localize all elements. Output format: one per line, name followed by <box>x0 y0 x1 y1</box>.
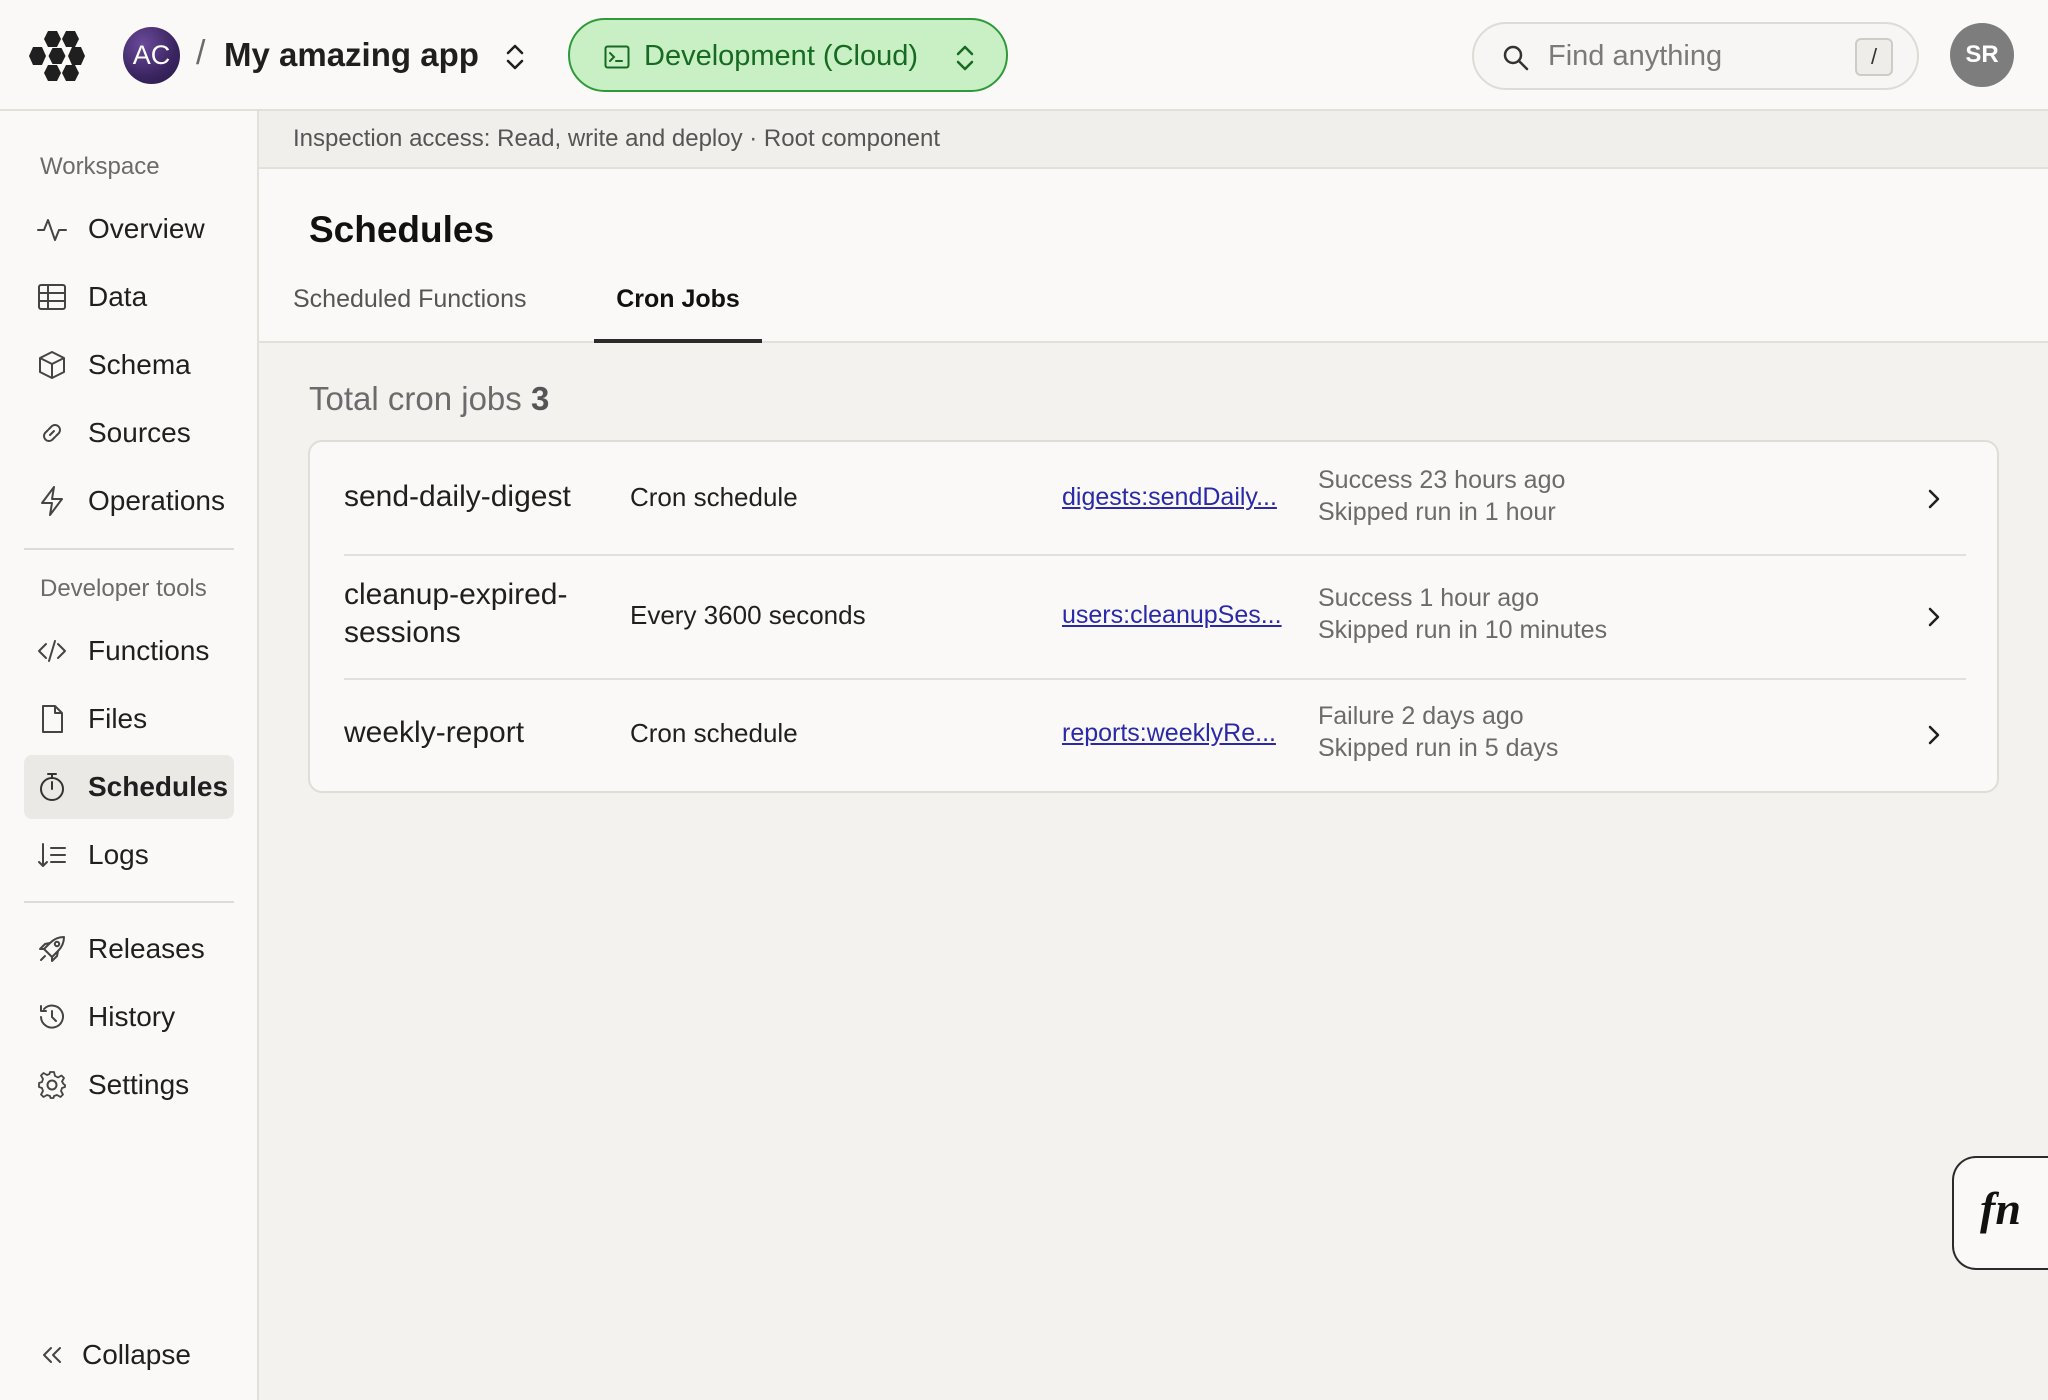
search-input[interactable]: Find anything / <box>1472 22 1919 90</box>
deployment-selector-button[interactable]: Development (Cloud) <box>568 18 1008 92</box>
sidebar-item-logs[interactable]: Logs <box>24 823 234 887</box>
total-cron-jobs: Total cron jobs 3 <box>309 380 549 418</box>
sidebar-item-label: Operations <box>88 485 225 516</box>
access-info-text: Inspection access: Read, write and deplo… <box>293 125 941 152</box>
cron-jobs-table: send-daily-digest Cron schedule digests:… <box>308 440 1999 793</box>
lightning-icon <box>41 486 63 516</box>
history-icon <box>40 1004 64 1029</box>
total-label: Total cron jobs <box>309 380 522 417</box>
double-chevron-left-icon <box>43 1347 61 1363</box>
breadcrumb-separator: / <box>196 34 206 72</box>
cron-job-function-link[interactable]: digests:sendDaily... <box>1062 483 1277 512</box>
sidebar-item-operations[interactable]: Operations <box>24 469 234 533</box>
code-icon <box>38 640 66 662</box>
sidebar-item-label: Files <box>88 703 148 734</box>
sidebar-item-label: Settings <box>88 1069 190 1100</box>
sidebar-item-label: Overview <box>88 213 205 244</box>
page-header: Schedules Scheduled Functions Cron Jobs <box>259 169 2048 343</box>
sidebar-section-workspace: Workspace <box>40 153 160 180</box>
cron-job-status: Success 1 hour ago Skipped run in 10 min… <box>1318 582 1607 646</box>
sidebar: Workspace Overview Data Schema Sources O… <box>0 111 259 1400</box>
sidebar-item-label: Releases <box>88 933 205 964</box>
cron-job-status: Success 23 hours ago Skipped run in 1 ho… <box>1318 464 1565 528</box>
sidebar-item-label: History <box>88 1001 176 1032</box>
project-name[interactable]: My amazing app <box>224 36 479 74</box>
chevron-updown-icon[interactable] <box>500 40 530 74</box>
last-run-status: Failure 2 days ago <box>1318 702 1524 730</box>
fn-label: fn <box>1980 1183 2021 1234</box>
sidebar-divider <box>24 901 234 903</box>
app-logo-icon[interactable] <box>28 27 86 85</box>
cron-job-function-link[interactable]: users:cleanupSes... <box>1062 601 1282 630</box>
list-sort-icon <box>38 843 66 867</box>
sidebar-item-data[interactable]: Data <box>24 265 234 329</box>
cron-job-schedule: Every 3600 seconds <box>630 600 866 630</box>
deployment-label: Development (Cloud) <box>644 40 919 72</box>
search-shortcut-key: / <box>1855 38 1893 76</box>
next-run-status: Skipped run in 10 minutes <box>1318 616 1608 644</box>
cron-job-function-link[interactable]: reports:weeklyRe... <box>1062 719 1276 748</box>
tab-cron-jobs[interactable]: Cron Jobs <box>594 273 762 343</box>
sidebar-item-history[interactable]: History <box>24 985 234 1049</box>
org-avatar[interactable]: AC <box>123 27 180 84</box>
sidebar-item-releases[interactable]: Releases <box>24 917 234 981</box>
rocket-icon <box>39 936 65 962</box>
table-row[interactable]: weekly-report Cron schedule reports:week… <box>344 680 1966 792</box>
table-row[interactable]: send-daily-digest Cron schedule digests:… <box>344 442 1966 554</box>
table-icon <box>38 284 66 310</box>
access-info-bar: Inspection access: Read, write and deplo… <box>259 111 2048 169</box>
top-header: AC / My amazing app Development (Cloud) … <box>0 0 2048 111</box>
sidebar-divider <box>24 548 234 550</box>
cron-job-status: Failure 2 days ago Skipped run in 5 days <box>1318 700 1558 764</box>
chevron-right-icon[interactable] <box>1924 605 1944 629</box>
next-run-status: Skipped run in 1 hour <box>1318 498 1556 526</box>
sidebar-item-label: Data <box>88 281 148 312</box>
sidebar-item-label: Schedules <box>88 771 229 802</box>
gear-icon <box>38 1071 66 1099</box>
collapse-label: Collapse <box>82 1339 191 1370</box>
chevron-right-icon[interactable] <box>1924 487 1944 511</box>
page-title: Schedules <box>309 209 495 250</box>
last-run-status: Success 1 hour ago <box>1318 584 1539 612</box>
sidebar-item-label: Functions <box>88 635 210 666</box>
sidebar-item-schema[interactable]: Schema <box>24 333 234 397</box>
collapse-sidebar-button[interactable]: Collapse <box>30 1329 230 1381</box>
cube-icon <box>39 351 65 379</box>
search-icon <box>1503 45 1529 71</box>
sidebar-item-functions[interactable]: Functions <box>24 619 234 683</box>
cron-job-name: weekly-report <box>344 716 525 749</box>
cron-job-name: send-daily-digest <box>344 480 571 513</box>
total-count: 3 <box>530 380 550 417</box>
user-avatar[interactable]: SR <box>1950 23 2014 87</box>
sidebar-item-label: Logs <box>88 839 149 870</box>
tab-scheduled-functions[interactable]: Scheduled Functions <box>293 273 526 343</box>
chevron-updown-icon <box>956 45 974 71</box>
sidebar-item-overview[interactable]: Overview <box>24 197 234 261</box>
table-row[interactable]: cleanup-expired-sessions Every 3600 seco… <box>344 556 1966 678</box>
function-runner-button[interactable]: fn <box>1952 1156 2048 1270</box>
cron-job-schedule: Cron schedule <box>630 718 798 748</box>
sidebar-item-files[interactable]: Files <box>24 687 234 751</box>
sidebar-section-developer-tools: Developer tools <box>40 575 207 602</box>
chevron-right-icon[interactable] <box>1924 723 1944 747</box>
search-placeholder: Find anything <box>1548 40 1723 72</box>
last-run-status: Success 23 hours ago <box>1318 466 1566 494</box>
file-icon <box>42 705 63 733</box>
pulse-icon <box>37 219 67 241</box>
next-run-status: Skipped run in 5 days <box>1318 734 1559 762</box>
sidebar-item-sources[interactable]: Sources <box>24 401 234 465</box>
terminal-icon <box>604 45 630 69</box>
cron-job-name: cleanup-expired-sessions <box>344 578 568 649</box>
sidebar-item-schedules[interactable]: Schedules <box>24 755 234 819</box>
sidebar-item-label: Sources <box>88 417 191 448</box>
sidebar-item-label: Schema <box>88 349 191 380</box>
cron-job-schedule: Cron schedule <box>630 482 798 512</box>
stopwatch-icon <box>40 773 64 801</box>
link-icon <box>43 424 61 442</box>
sidebar-item-settings[interactable]: Settings <box>24 1053 234 1117</box>
